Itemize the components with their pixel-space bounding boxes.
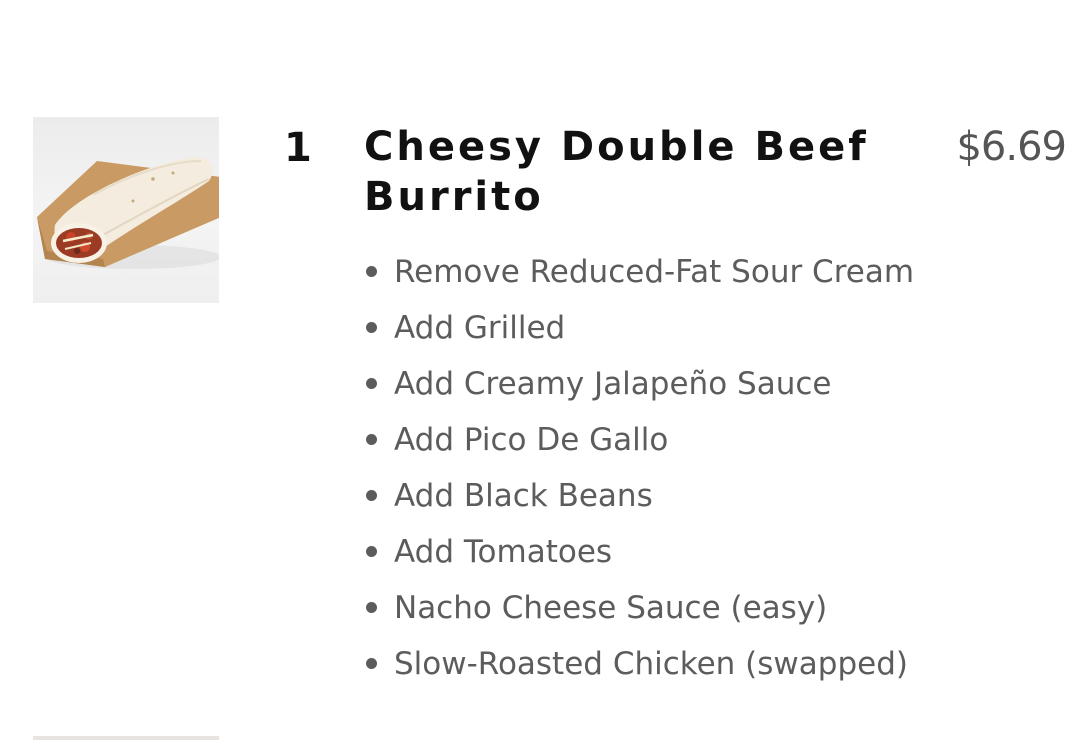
modifier-label: Add Pico De Gallo — [394, 422, 669, 458]
bullet-icon — [366, 266, 377, 277]
item-name: Cheesy Double Beef Burrito — [364, 124, 869, 220]
modifier-item: Nacho Cheese Sauce (easy) — [364, 580, 914, 636]
item-quantity: 1 — [284, 125, 312, 171]
modifier-item: Add Black Beans — [364, 468, 914, 524]
modifier-label: Add Creamy Jalapeño Sauce — [394, 366, 832, 402]
modifier-item: Add Tomatoes — [364, 524, 914, 580]
bullet-icon — [366, 322, 377, 333]
modifier-item: Add Pico De Gallo — [364, 412, 914, 468]
item-price: $6.69 — [956, 124, 1067, 170]
modifier-label: Add Tomatoes — [394, 534, 613, 570]
modifier-label: Slow-Roasted Chicken (swapped) — [394, 646, 908, 682]
burrito-illustration — [37, 156, 219, 269]
modifier-item: Add Creamy Jalapeño Sauce — [364, 356, 914, 412]
bullet-icon — [366, 434, 377, 445]
modifier-item: Remove Reduced-Fat Sour Cream — [364, 244, 914, 300]
cart-item: 1 Cheesy Double Beef Burrito $6.69 Remov… — [0, 0, 1080, 740]
modifier-label: Remove Reduced-Fat Sour Cream — [394, 254, 915, 290]
bullet-icon — [366, 490, 377, 501]
modifier-item: Slow-Roasted Chicken (swapped) — [364, 636, 914, 692]
modifier-item: Add Grilled — [364, 300, 914, 356]
modifier-list: Remove Reduced-Fat Sour Cream Add Grille… — [364, 244, 914, 692]
item-image — [33, 117, 219, 303]
bullet-icon — [366, 602, 377, 613]
modifier-label: Add Black Beans — [394, 478, 653, 514]
modifier-label: Nacho Cheese Sauce (easy) — [394, 590, 828, 626]
bullet-icon — [366, 546, 377, 557]
bullet-icon — [366, 378, 377, 389]
modifier-label: Add Grilled — [394, 310, 566, 346]
next-item-image — [33, 736, 219, 740]
bullet-icon — [366, 658, 377, 669]
